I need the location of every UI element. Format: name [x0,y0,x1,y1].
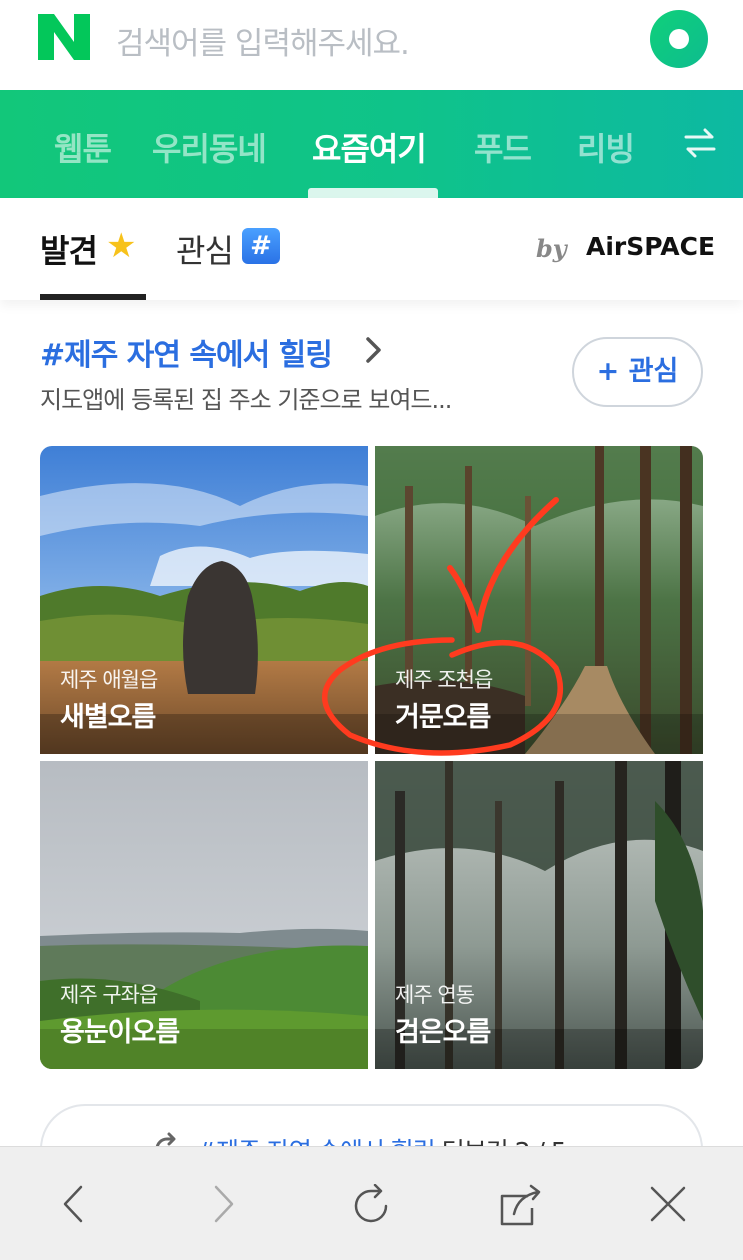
sub-tab-bar: 발견 ★ 관심 # by AirSPACE [0,198,743,300]
tab-webtoon[interactable]: 웹툰 [54,124,112,170]
reload-button[interactable] [320,1147,420,1260]
card-region: 제주 애월읍 [60,668,158,692]
active-tab-indicator [308,188,438,198]
search-bar: 검색어를 입력해주세요. [0,0,743,90]
place-card[interactable]: 제주 구좌읍 용눈이오름 [40,761,368,1069]
switch-arrows-icon[interactable] [684,128,716,158]
place-card[interactable]: 제주 조천읍 거문오름 [375,446,703,754]
subtab-active-underline [40,294,146,300]
naver-logo-icon[interactable] [38,14,90,60]
tab-trending-places[interactable]: 요즘여기 [312,124,427,170]
tab-food[interactable]: 푸드 [474,124,532,170]
close-button[interactable] [618,1147,718,1260]
back-button[interactable] [25,1147,125,1260]
search-input[interactable]: 검색어를 입력해주세요. [116,18,410,63]
forward-button[interactable] [172,1147,272,1260]
reload-icon [354,1184,388,1223]
card-region: 제주 연동 [395,983,475,1007]
card-place-name: 검은오름 [395,1017,491,1048]
subtab-discover[interactable]: 발견 [40,226,98,272]
star-icon: ★ [106,226,137,266]
card-region: 제주 구좌읍 [60,983,158,1007]
browser-toolbar [0,1146,743,1260]
tab-living[interactable]: 리빙 [577,124,635,170]
close-icon [650,1186,686,1222]
airspace-brand[interactable]: AirSPACE [586,232,715,261]
back-icon [63,1185,83,1223]
subtab-interest[interactable]: 관심 [176,226,234,272]
forward-icon [214,1185,234,1223]
follow-button[interactable]: + 관심 [572,337,703,407]
share-button[interactable] [468,1147,568,1260]
card-place-name: 새별오름 [60,702,156,733]
topic-subtitle: 지도앱에 등록된 집 주소 기준으로 보여드... [40,386,452,414]
by-label: by [536,234,567,263]
place-card[interactable]: 제주 연동 검은오름 [375,761,703,1069]
card-region: 제주 조천읍 [395,668,493,692]
chevron-right-icon[interactable] [364,336,384,364]
card-place-name: 거문오름 [395,702,491,733]
category-tab-bar: 웹툰 우리동네 요즘여기 푸드 리빙 [0,90,743,198]
topic-title[interactable]: #제주 자연 속에서 힐링 [40,330,333,374]
card-place-name: 용눈이오름 [60,1017,180,1048]
hashtag-icon: # [242,228,280,264]
place-card[interactable]: 제주 애월읍 새별오름 [40,446,368,754]
tab-neighborhood[interactable]: 우리동네 [152,124,267,170]
dot-icon [669,29,689,49]
green-dot-button[interactable] [650,10,708,68]
share-icon [500,1184,541,1226]
